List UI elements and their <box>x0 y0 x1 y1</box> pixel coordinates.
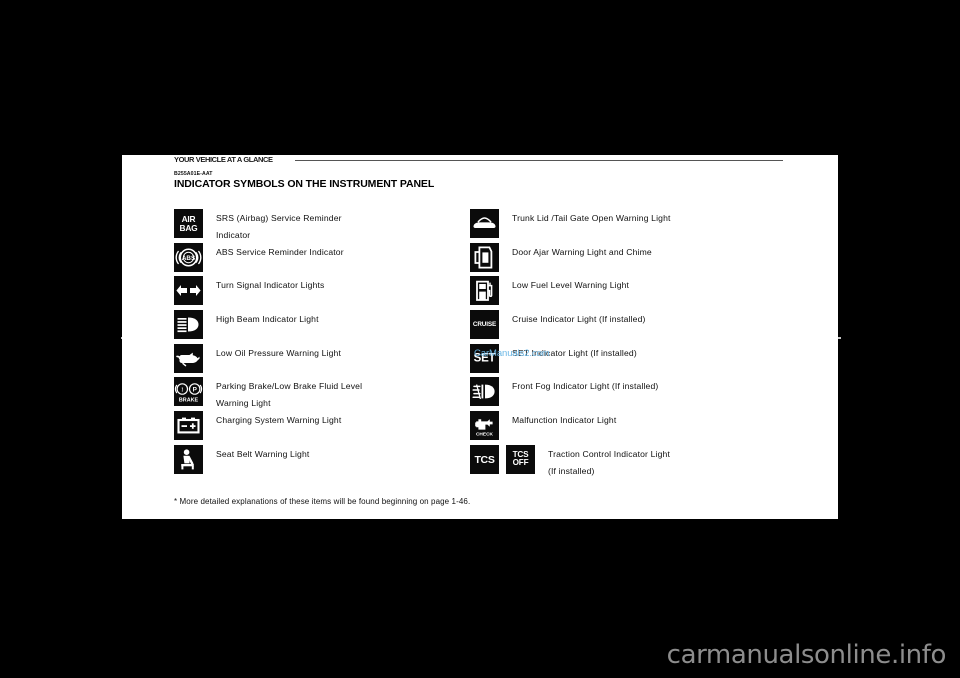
high-beam-icon <box>174 310 203 339</box>
label-line-1: Trunk Lid /Tail Gate Open Warning Light <box>512 213 671 223</box>
document-code: B255A01E-AAT <box>174 171 213 177</box>
symbol-label-door-ajar: Door Ajar Warning Light and Chime <box>512 243 652 261</box>
site-watermark: carmanualsonline.info <box>666 640 947 670</box>
header-rule <box>295 160 783 161</box>
label-line-2: (If installed) <box>548 465 595 476</box>
symbol-label-high-beam: High Beam Indicator Light <box>216 310 319 328</box>
symbol-row-malfunction: CHECK Malfunction Indicator Light <box>470 411 616 440</box>
low-fuel-icon <box>470 276 499 305</box>
trunk-lid-open-icon <box>470 209 499 238</box>
symbol-row-seat-belt: Seat Belt Warning Light <box>174 445 309 474</box>
symbol-label-trunk-lid: Trunk Lid /Tail Gate Open Warning Light <box>512 209 671 227</box>
label-line-1: Cruise Indicator Light (If installed) <box>512 314 646 324</box>
symbol-row-high-beam: High Beam Indicator Light <box>174 310 319 339</box>
symbol-label-low-oil-pressure: Low Oil Pressure Warning Light <box>216 344 341 362</box>
screenshot-root: YOUR VEHICLE AT A GLANCE B255A01E-AAT IN… <box>0 0 960 678</box>
symbol-row-tcs: TCS TCS OFF Traction Control Indicator L… <box>470 445 670 479</box>
turn-signal-icon <box>174 276 203 305</box>
tcs-icon-pair: TCS TCS OFF <box>470 445 535 474</box>
label-line-1: Traction Control Indicator Light <box>548 449 670 459</box>
symbol-label-front-fog: Front Fog Indicator Light (If installed) <box>512 377 658 395</box>
tcs-off-icon: TCS OFF <box>506 445 535 474</box>
symbol-row-charging-system: Charging System Warning Light <box>174 411 341 440</box>
svg-text:!: ! <box>181 386 183 393</box>
malfunction-icon-text: CHECK <box>476 432 494 438</box>
cruise-icon: CRUISE <box>470 310 499 339</box>
tcs-icon-text: TCS <box>474 453 495 466</box>
tcs-icon: TCS <box>470 445 499 474</box>
manual-page: YOUR VEHICLE AT A GLANCE B255A01E-AAT IN… <box>122 155 838 519</box>
symbol-label-seat-belt: Seat Belt Warning Light <box>216 445 309 463</box>
symbol-label-tcs: Traction Control Indicator Light (If ins… <box>548 445 670 479</box>
label-line-1: Seat Belt Warning Light <box>216 449 310 459</box>
symbol-label-turn-signal: Turn Signal Indicator Lights <box>216 276 325 294</box>
symbol-row-low-fuel: Low Fuel Level Warning Light <box>470 276 629 305</box>
airbag-icon: AIR BAG <box>174 209 203 238</box>
label-line-2: Warning Light <box>216 397 271 408</box>
parking-brake-icon-text: BRAKE <box>179 397 199 403</box>
low-oil-pressure-icon <box>174 344 203 373</box>
label-line-1: Parking Brake/Low Brake Fluid Level <box>216 381 363 391</box>
label-line-1: Charging System Warning Light <box>216 415 342 425</box>
tcs-off-icon-line1: TCS <box>512 449 529 459</box>
svg-text:P: P <box>193 387 198 394</box>
label-line-1: Low Oil Pressure Warning Light <box>216 348 342 358</box>
front-fog-icon <box>470 377 499 406</box>
label-line-1: Turn Signal Indicator Lights <box>216 280 325 290</box>
label-line-1: ABS Service Reminder Indicator <box>216 247 344 257</box>
symbol-label-abs: ABS Service Reminder Indicator <box>216 243 344 261</box>
parking-brake-icon: ! P BRAKE <box>174 377 203 406</box>
symbol-row-abs: ABS ABS Service Reminder Indicator <box>174 243 344 272</box>
symbol-label-charging-system: Charging System Warning Light <box>216 411 341 429</box>
symbol-label-malfunction: Malfunction Indicator Light <box>512 411 616 429</box>
tcs-off-icon-line2: OFF <box>512 458 529 468</box>
label-line-1: Door Ajar Warning Light and Chime <box>512 247 652 257</box>
symbol-row-low-oil-pressure: Low Oil Pressure Warning Light <box>174 344 341 373</box>
symbol-row-airbag: AIR BAG SRS (Airbag) Service Reminder In… <box>174 209 342 243</box>
symbol-row-front-fog: Front Fog Indicator Light (If installed) <box>470 377 658 406</box>
symbol-label-cruise: Cruise Indicator Light (If installed) <box>512 310 646 328</box>
page-watermark: CarManuals2.com <box>474 348 550 359</box>
symbol-label-airbag: SRS (Airbag) Service Reminder Indicator <box>216 209 342 243</box>
svg-text:ABS: ABS <box>182 255 195 262</box>
abs-icon: ABS <box>174 243 203 272</box>
seat-belt-icon <box>174 445 203 474</box>
symbol-row-turn-signal: Turn Signal Indicator Lights <box>174 276 325 305</box>
running-head: YOUR VEHICLE AT A GLANCE <box>174 155 273 164</box>
label-line-1: Low Fuel Level Warning Light <box>512 280 630 290</box>
symbol-row-parking-brake: ! P BRAKE Parking Brake/Low Brake Fluid … <box>174 377 362 411</box>
malfunction-check-engine-icon: CHECK <box>470 411 499 440</box>
symbol-row-door-ajar: Door Ajar Warning Light and Chime <box>470 243 652 272</box>
label-line-1: High Beam Indicator Light <box>216 314 319 324</box>
cruise-icon-text: CRUISE <box>472 320 497 328</box>
label-line-1: Malfunction Indicator Light <box>512 415 617 425</box>
symbol-row-cruise: CRUISE Cruise Indicator Light (If instal… <box>470 310 646 339</box>
symbol-label-low-fuel: Low Fuel Level Warning Light <box>512 276 629 294</box>
label-line-1: Front Fog Indicator Light (If installed) <box>512 381 659 391</box>
label-line-2: Indicator <box>216 229 251 240</box>
charging-system-icon <box>174 411 203 440</box>
door-ajar-icon <box>470 243 499 272</box>
page-title: INDICATOR SYMBOLS ON THE INSTRUMENT PANE… <box>174 178 435 190</box>
symbol-label-parking-brake: Parking Brake/Low Brake Fluid Level Warn… <box>216 377 362 411</box>
airbag-icon-line2: BAG <box>179 222 198 233</box>
symbol-row-trunk-lid: Trunk Lid /Tail Gate Open Warning Light <box>470 209 671 238</box>
page-footnote: * More detailed explanations of these it… <box>174 497 471 506</box>
label-line-1: SRS (Airbag) Service Reminder <box>216 213 342 223</box>
